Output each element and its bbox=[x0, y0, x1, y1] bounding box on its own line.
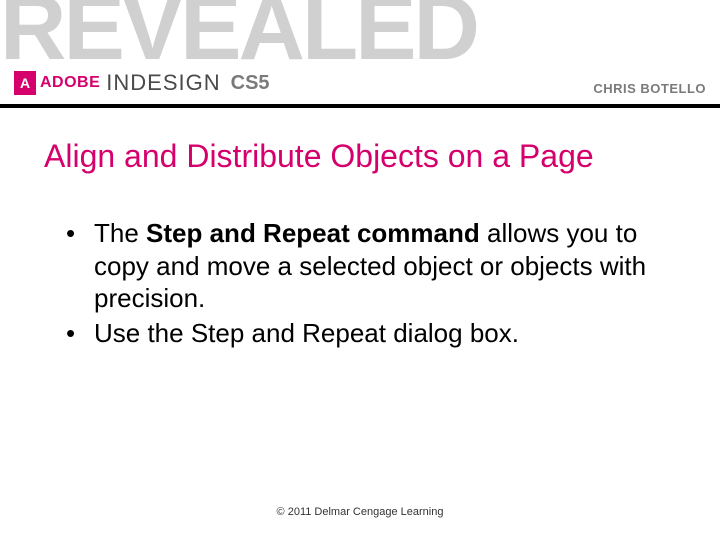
content-area: • The Step and Repeat command allows you… bbox=[66, 217, 670, 349]
version-label: CS5 bbox=[231, 72, 270, 95]
author-label: CHRIS BOTELLO bbox=[593, 81, 706, 96]
bullet-mark-icon: • bbox=[66, 317, 94, 350]
bullet-mark-icon: • bbox=[66, 217, 94, 315]
copyright-footer: © 2011 Delmar Cengage Learning bbox=[0, 506, 720, 518]
bullet-1: • The Step and Repeat command allows you… bbox=[66, 217, 670, 315]
bullet-2-text: Use the Step and Repeat dialog box. bbox=[94, 317, 519, 350]
bullet-1-pre: The bbox=[94, 218, 146, 248]
page-title: Align and Distribute Objects on a Page bbox=[44, 138, 720, 175]
slide-header: REVEALED A ADOBE INDESIGN CS5 CHRIS BOTE… bbox=[0, 0, 720, 108]
brand-left: A ADOBE INDESIGN CS5 bbox=[14, 70, 270, 96]
bullet-1-bold: Step and Repeat command bbox=[146, 218, 480, 248]
bullet-2: • Use the Step and Repeat dialog box. bbox=[66, 317, 670, 350]
revealed-watermark: REVEALED bbox=[0, 0, 720, 74]
bullet-1-text: The Step and Repeat command allows you t… bbox=[94, 217, 670, 315]
adobe-label: ADOBE bbox=[40, 74, 100, 92]
brand-row: A ADOBE INDESIGN CS5 CHRIS BOTELLO bbox=[14, 70, 706, 96]
product-label: INDESIGN bbox=[106, 70, 220, 96]
adobe-logo-icon: A bbox=[14, 71, 36, 95]
